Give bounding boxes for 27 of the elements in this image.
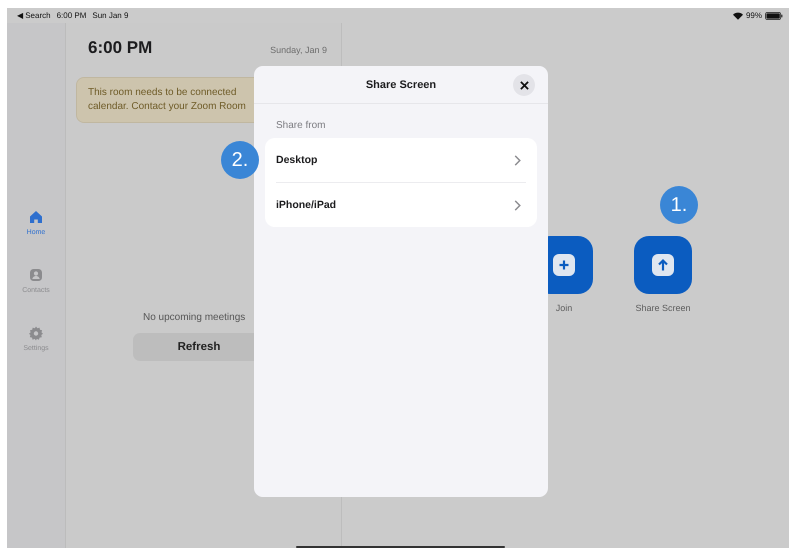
notice-text: calendar. Contact your Zoom Room: [88, 100, 247, 114]
contact-card-icon: [29, 268, 43, 283]
step-badge: 1.: [660, 186, 698, 224]
notice-text: This room needs to be connected: [88, 86, 238, 100]
section-label: Share from: [276, 120, 326, 131]
share-option[interactable]: Desktop: [276, 138, 526, 182]
dialog-title: Share Screen: [366, 78, 436, 90]
empty-message: No upcoming meetings: [143, 312, 246, 323]
action-tile[interactable]: [634, 236, 692, 294]
close-button[interactable]: [513, 74, 535, 96]
wifi-icon: [732, 12, 743, 20]
share-option[interactable]: iPhone/iPad: [276, 182, 526, 227]
plus-icon: [553, 254, 575, 276]
chevron-right-icon: [514, 154, 521, 166]
chevron-right-icon: [514, 200, 521, 210]
action-label: Join: [556, 303, 572, 313]
close-icon: [520, 80, 528, 90]
back-link[interactable]: ◀ Search: [17, 11, 51, 20]
action-label: Share Screen: [635, 303, 691, 313]
home-icon: [29, 210, 43, 225]
clock-date: Sunday, Jan 9: [270, 45, 327, 55]
gear-icon: [28, 326, 43, 341]
battery-icon: [765, 12, 783, 20]
status-date: Sun Jan 9: [92, 11, 128, 20]
battery-level: 99%: [746, 11, 762, 20]
status-time: 6:00 PM: [56, 11, 86, 20]
clock-time: 6:00 PM: [88, 38, 152, 58]
